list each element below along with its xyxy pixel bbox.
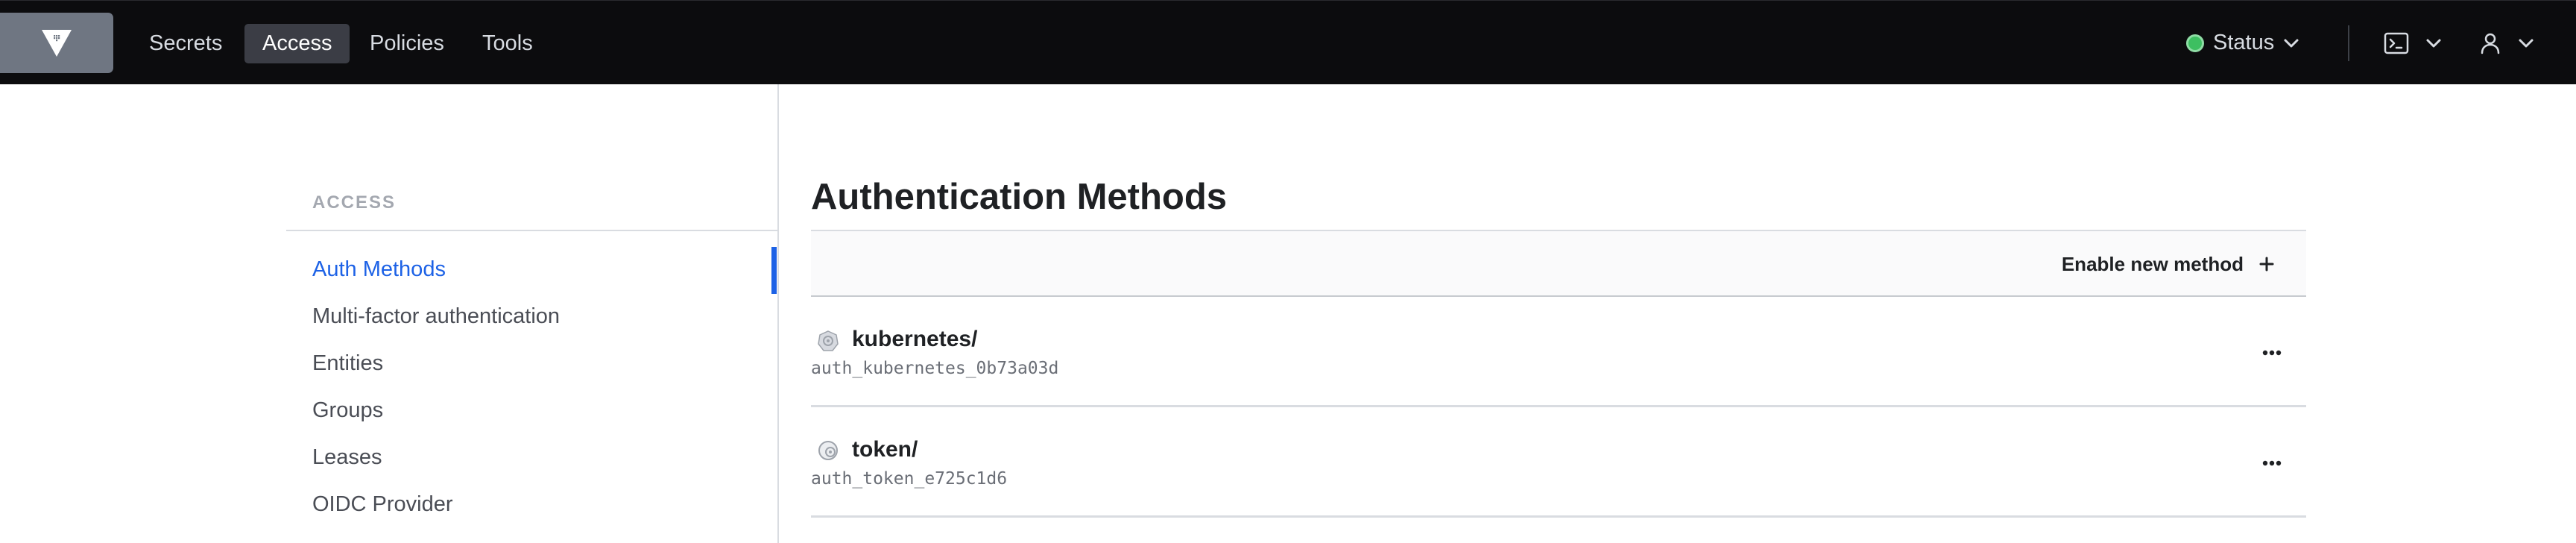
chevron-down-icon (2426, 39, 2441, 47)
user-menu-button[interactable] (2479, 23, 2534, 63)
list-item[interactable]: kubernetes/ auth_kubernetes_0b73a03d (811, 297, 2306, 407)
user-icon (2481, 33, 2500, 54)
top-navigation-bar: Secrets Access Policies Tools Status (0, 0, 2576, 84)
plus-icon (2259, 257, 2274, 272)
terminal-icon (2384, 32, 2409, 54)
auth-method-accessor: auth_kubernetes_0b73a03d (811, 359, 1059, 378)
kubernetes-icon (818, 330, 839, 351)
sidebar-heading-divider (286, 230, 778, 231)
list-item[interactable]: token/ auth_token_e725c1d6 (811, 407, 2306, 518)
sidebar-active-indicator (771, 247, 777, 294)
vault-logo-icon (42, 29, 72, 57)
nav-tools[interactable]: Tools (464, 24, 551, 63)
toolbar: Enable new method (811, 230, 2306, 297)
chevron-down-icon (2284, 39, 2299, 47)
status-menu-button[interactable]: Status (2186, 23, 2299, 63)
nav-access[interactable]: Access (244, 24, 350, 63)
status-indicator-icon (2186, 34, 2204, 52)
nav-divider (2348, 25, 2349, 61)
enable-new-method-button[interactable]: Enable new method (2062, 248, 2275, 280)
console-menu-button[interactable] (2384, 23, 2442, 63)
more-horizontal-icon (2262, 460, 2282, 466)
sidebar-item-mfa[interactable]: Multi-factor authentication (312, 304, 560, 329)
sidebar-item-auth-methods[interactable]: Auth Methods (312, 257, 446, 282)
auth-method-accessor: auth_token_e725c1d6 (811, 469, 1008, 489)
more-horizontal-icon (2262, 350, 2282, 356)
vault-logo-home-link[interactable] (0, 13, 113, 73)
sidebar-item-entities[interactable]: Entities (312, 351, 383, 376)
chevron-down-icon (2519, 39, 2534, 47)
token-icon (818, 441, 838, 460)
page-title: Authentication Methods (811, 177, 1228, 217)
enable-new-method-label: Enable new method (2061, 252, 2244, 275)
nav-secrets[interactable]: Secrets (131, 24, 240, 63)
sidebar-divider (777, 84, 779, 543)
row-actions-menu-button[interactable] (2257, 452, 2287, 474)
auth-method-path[interactable]: kubernetes/ (852, 327, 977, 352)
auth-method-path[interactable]: token/ (852, 437, 918, 462)
sidebar-item-leases[interactable]: Leases (312, 445, 382, 470)
sidebar-item-oidc-provider[interactable]: OIDC Provider (312, 492, 453, 517)
nav-policies[interactable]: Policies (352, 24, 462, 63)
row-actions-menu-button[interactable] (2257, 342, 2287, 364)
sidebar-heading: ACCESS (312, 192, 397, 213)
status-label: Status (2213, 31, 2275, 54)
sidebar-item-groups[interactable]: Groups (312, 398, 383, 423)
